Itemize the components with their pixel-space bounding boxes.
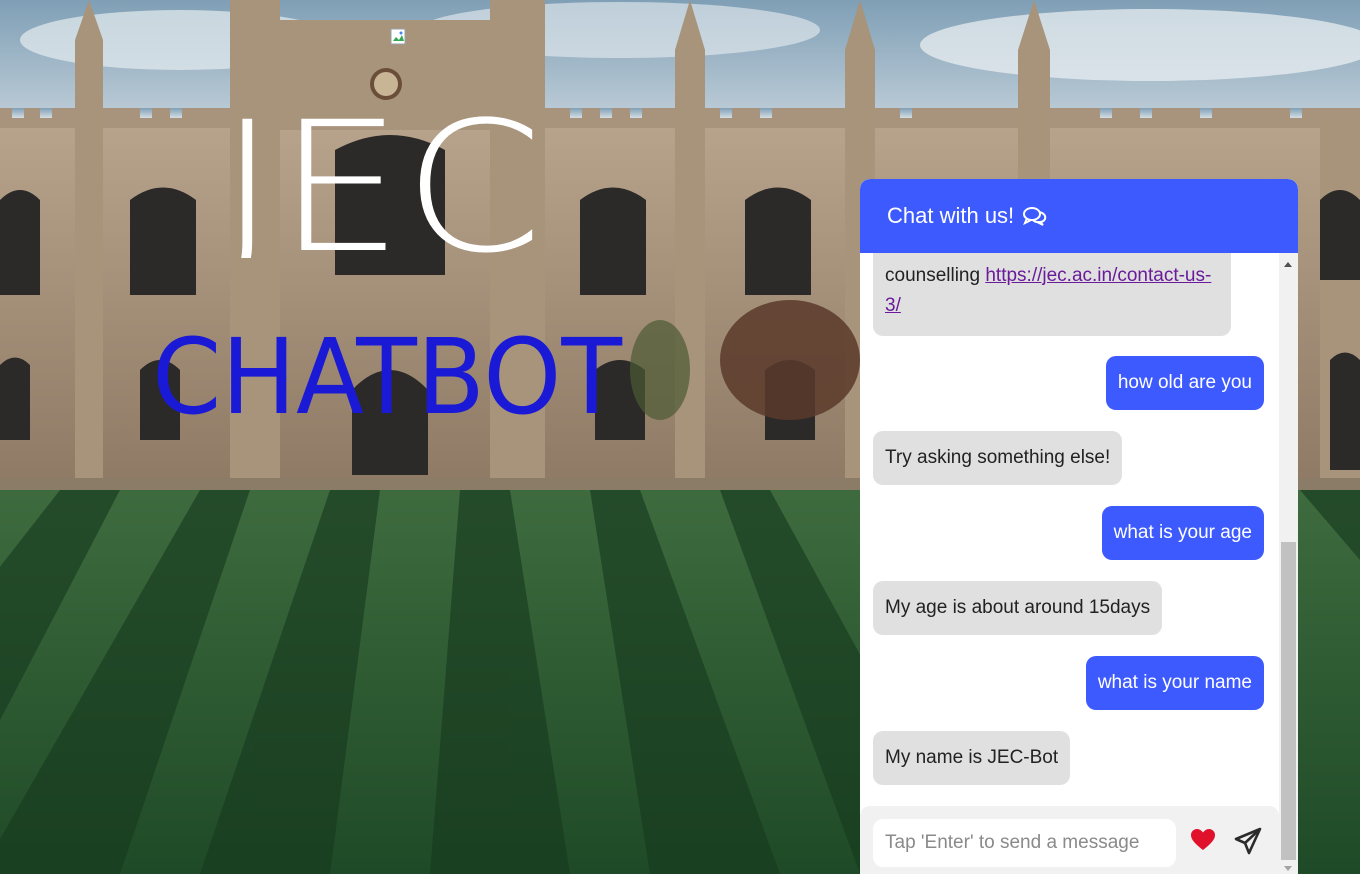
user-message: what is your name bbox=[1085, 656, 1264, 710]
bot-message: Try asking something else! bbox=[873, 431, 1123, 485]
chat-widget: Chat with us! counselling https://jec.ac… bbox=[860, 179, 1298, 874]
scroll-thumb[interactable] bbox=[1281, 542, 1296, 860]
bot-message: My name is JEC-Bot bbox=[873, 731, 1071, 785]
paper-plane-icon[interactable] bbox=[1234, 827, 1262, 860]
bot-message: My age is about around 15days bbox=[873, 581, 1163, 635]
message-text: Try asking something else! bbox=[885, 447, 1111, 468]
chat-scrollbar[interactable] bbox=[1279, 253, 1298, 874]
message-input[interactable] bbox=[873, 819, 1176, 867]
chat-header-title: Chat with us! bbox=[887, 203, 1015, 228]
logo-line-2: CHATBOT bbox=[152, 325, 622, 425]
scroll-down-arrow[interactable] bbox=[1284, 866, 1292, 871]
logo-chatbot: CHATBOT bbox=[150, 316, 630, 438]
message-text: counselling bbox=[885, 265, 986, 286]
message-text: what is your age bbox=[1113, 522, 1252, 543]
bot-message: counselling https://jec.ac.in/contact-us… bbox=[873, 253, 1231, 336]
user-message: how old are you bbox=[1105, 356, 1264, 410]
message-text: how old are you bbox=[1117, 372, 1252, 393]
logo-line-1: JEC bbox=[218, 108, 543, 258]
message-text: My name is JEC-Bot bbox=[885, 747, 1059, 768]
comments-icon bbox=[1022, 205, 1048, 227]
logo-jec: JEC bbox=[218, 84, 548, 293]
message-text: My age is about around 15days bbox=[885, 597, 1151, 618]
scroll-up-arrow[interactable] bbox=[1284, 262, 1292, 267]
chat-header[interactable]: Chat with us! bbox=[860, 179, 1298, 253]
chat-input-bar bbox=[860, 806, 1279, 874]
heart-icon[interactable] bbox=[1190, 828, 1216, 857]
chat-messages[interactable]: counselling https://jec.ac.in/contact-us… bbox=[860, 253, 1279, 806]
broken-image-icon bbox=[390, 28, 408, 46]
user-message: what is your age bbox=[1101, 506, 1264, 560]
message-text: what is your name bbox=[1097, 672, 1252, 693]
